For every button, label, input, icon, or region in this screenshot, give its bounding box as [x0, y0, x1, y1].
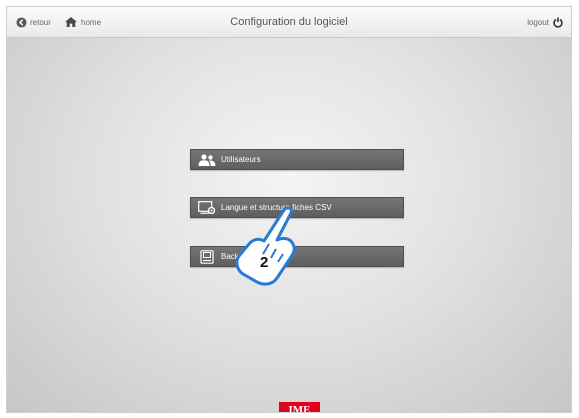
top-bar: retour home Configuration du logiciel lo…	[7, 7, 571, 38]
backup-button-label: Backup logiciel	[221, 252, 275, 261]
users-icon	[198, 153, 216, 167]
backup-button[interactable]: Backup logiciel	[190, 246, 404, 267]
users-button[interactable]: Utilisateurs	[190, 149, 404, 170]
app-window: retour home Configuration du logiciel lo…	[6, 6, 572, 413]
logout-label: logout	[527, 17, 549, 27]
page-title: Configuration du logiciel	[230, 16, 348, 28]
ime-logo: IME	[279, 402, 320, 412]
users-button-label: Utilisateurs	[221, 155, 261, 164]
language-csv-button[interactable]: Langue et structure fiches CSV	[190, 197, 404, 218]
screen-settings-icon	[198, 201, 216, 215]
power-icon	[553, 17, 563, 28]
backup-icon	[198, 249, 216, 264]
language-csv-button-label: Langue et structure fiches CSV	[221, 203, 332, 212]
logout-button[interactable]: logout	[527, 7, 563, 37]
